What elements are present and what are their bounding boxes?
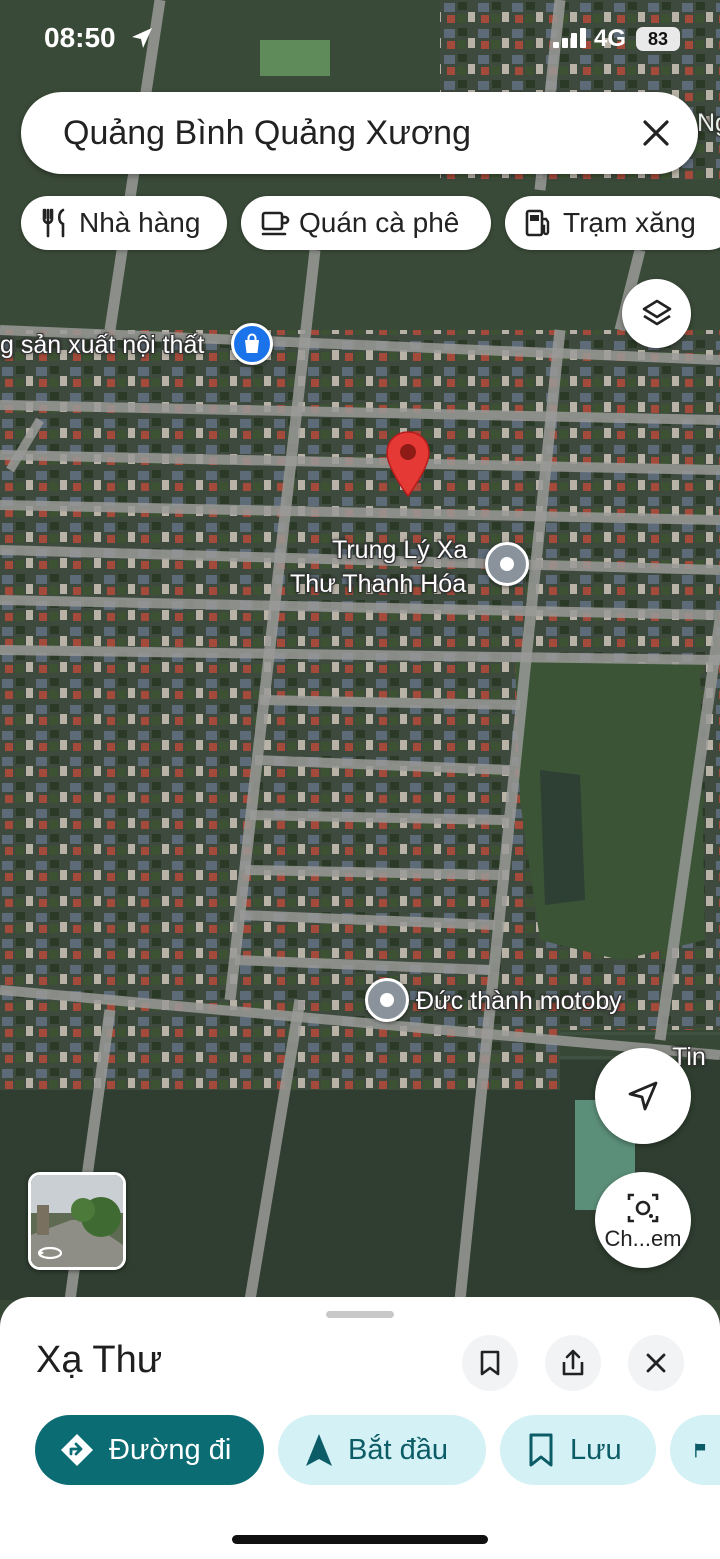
status-time: 08:50 (44, 22, 116, 53)
coffee-cup-icon (261, 211, 290, 236)
chip-coffee[interactable]: Quán cà phê (241, 196, 491, 250)
home-indicator[interactable] (232, 1535, 488, 1544)
chip-label: Trạm xăng (563, 207, 696, 238)
camera-lens-icon (627, 1193, 659, 1223)
search-query[interactable]: Quảng Bình Quảng Xương (63, 114, 471, 153)
street-view-thumbnail[interactable] (28, 1172, 126, 1270)
rotate-360-icon (37, 1246, 63, 1260)
poi-label-partial-ngh: Ngh (697, 109, 720, 137)
shopping-bag-icon[interactable] (231, 323, 273, 365)
start-navigation-button[interactable]: Bắt đầu (278, 1415, 486, 1485)
poi-label-trung-ly-line1[interactable]: Trung Lý Xa (332, 535, 467, 565)
navigation-arrow-icon (306, 1434, 332, 1466)
bookmark-icon (529, 1433, 553, 1467)
share-icon (562, 1349, 584, 1376)
search-bar[interactable]: Quảng Bình Quảng Xương (21, 92, 698, 174)
poi-label-trung-ly-line2[interactable]: Thư Thanh Hóa (290, 569, 466, 599)
poi-marker-icon[interactable] (485, 542, 529, 586)
share-button[interactable] (545, 1335, 601, 1391)
save-label: Lưu (570, 1433, 622, 1466)
directions-icon (61, 1434, 93, 1466)
cell-signal-icon (553, 28, 586, 48)
close-icon[interactable] (639, 116, 673, 150)
location-pin-icon[interactable] (385, 430, 431, 498)
flag-icon (695, 1443, 706, 1458)
chip-gas-station[interactable]: Trạm xăng (505, 196, 720, 250)
chip-restaurants[interactable]: Nhà hàng (21, 196, 227, 250)
save-button[interactable]: Lưu (500, 1415, 656, 1485)
poi-label-furniture[interactable]: g sản xuất nội thất (0, 330, 204, 360)
drag-handle[interactable] (326, 1311, 394, 1318)
fork-knife-icon (42, 208, 65, 238)
poi-marker-icon[interactable] (365, 978, 409, 1022)
poi-label-motoby[interactable]: Đức thành motoby (416, 986, 622, 1016)
bookmark-icon (480, 1350, 500, 1376)
navigation-arrow-icon (628, 1081, 658, 1111)
chip-label: Quán cà phê (299, 207, 460, 238)
battery-icon: 83 (636, 27, 680, 51)
network-type: 4G (594, 25, 627, 52)
camera-search-button[interactable]: Ch...em (595, 1172, 691, 1268)
close-icon (646, 1353, 666, 1373)
more-actions-button[interactable] (670, 1415, 720, 1485)
start-label: Bắt đầu (348, 1433, 448, 1466)
layers-icon (642, 299, 671, 325)
place-bottom-sheet[interactable]: Xạ Thư Đường đi Bắt đầu Lưu (0, 1297, 720, 1559)
chip-label: Nhà hàng (79, 207, 201, 238)
my-location-button[interactable] (595, 1048, 691, 1144)
layers-button[interactable] (622, 279, 691, 348)
close-sheet-button[interactable] (628, 1335, 684, 1391)
gas-station-icon (525, 209, 550, 237)
directions-button[interactable]: Đường đi (35, 1415, 264, 1485)
location-arrow-icon (132, 28, 152, 48)
pin-shape (386, 431, 430, 498)
status-bar: 08:50 4G 83 (0, 0, 720, 80)
place-title: Xạ Thư (36, 1339, 163, 1381)
directions-label: Đường đi (109, 1433, 232, 1466)
camera-button-label: Ch...em (604, 1226, 682, 1251)
save-place-button[interactable] (462, 1335, 518, 1391)
